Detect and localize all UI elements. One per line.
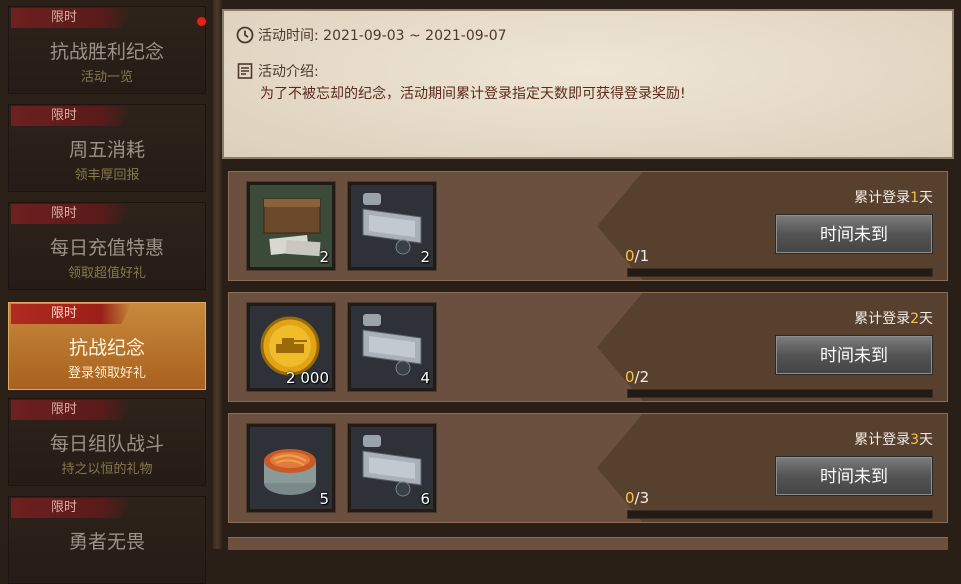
item-quantity: 4 bbox=[420, 369, 430, 387]
item-quantity: 2 bbox=[420, 248, 430, 266]
sidebar-item-title: 每日组队战斗 bbox=[49, 433, 164, 455]
reward-item-slot[interactable]: 6 bbox=[347, 423, 437, 513]
activity-time: 活动时间: 2021-09-03 ~ 2021-09-07 bbox=[258, 28, 507, 44]
reward-row-day-1: 2 2 累计登录1天 时间未到 0/1 bbox=[228, 171, 948, 281]
sidebar-item-title: 抗战纪念 bbox=[68, 337, 145, 359]
progress-bar bbox=[627, 389, 933, 398]
next-reward-row-peek bbox=[228, 537, 948, 550]
sidebar-item-title: 每日充值特惠 bbox=[49, 237, 164, 259]
reward-item-slot[interactable]: 4 bbox=[347, 302, 437, 392]
activity-intro-text: 为了不被忘却的纪念，活动期间累计登录指定天数即可获得登录奖励! bbox=[260, 86, 686, 102]
item-quantity: 6 bbox=[420, 490, 430, 508]
limited-tag: 限时 bbox=[11, 498, 131, 518]
sidebar-item-subtitle: 活动一览 bbox=[80, 70, 133, 85]
sidebar-item-daily-recharge[interactable]: 限时 每日充值特惠 领取超值好礼 bbox=[8, 202, 206, 290]
progress-bar bbox=[627, 510, 933, 519]
sidebar-item-title: 勇者无畏 bbox=[68, 531, 145, 553]
item-quantity: 5 bbox=[319, 490, 329, 508]
reward-item-slot[interactable]: 5 bbox=[246, 423, 336, 513]
activity-intro-label: 活动介绍: bbox=[258, 64, 319, 80]
sidebar-item-daily-team-battle[interactable]: 限时 每日组队战斗 持之以恒的礼物 bbox=[8, 398, 206, 486]
cumulative-login-label: 累计登录3天 bbox=[854, 432, 933, 448]
cumulative-login-label: 累计登录1天 bbox=[854, 190, 933, 206]
reward-item-slot[interactable]: 2 000 bbox=[246, 302, 336, 392]
limited-tag: 限时 bbox=[11, 304, 131, 324]
claim-button[interactable]: 时间未到 bbox=[775, 456, 933, 496]
cumulative-login-label: 累计登录2天 bbox=[854, 311, 933, 327]
sidebar-item-war-memorial[interactable]: 限时 抗战纪念 登录领取好礼 bbox=[8, 302, 206, 390]
item-quantity: 2 bbox=[319, 248, 329, 266]
claim-button[interactable]: 时间未到 bbox=[775, 335, 933, 375]
claim-button[interactable]: 时间未到 bbox=[775, 214, 933, 254]
progress-bar bbox=[627, 268, 933, 277]
limited-tag: 限时 bbox=[11, 204, 131, 224]
progress-text: 0/2 bbox=[625, 368, 650, 386]
progress-text: 0/1 bbox=[625, 247, 650, 265]
item-quantity: 2 000 bbox=[286, 369, 329, 387]
sidebar-item-subtitle: 登录领取好礼 bbox=[67, 366, 146, 381]
sidebar-item-title: 周五消耗 bbox=[68, 139, 145, 161]
sidebar-divider bbox=[213, 0, 222, 549]
limited-tag: 限时 bbox=[11, 400, 131, 420]
sidebar-item-fearless[interactable]: 限时 勇者无畏 bbox=[8, 496, 206, 584]
activity-sidebar: 限时 抗战胜利纪念 活动一览 限时 周五消耗 领丰厚回报 限时 每日充值特惠 领… bbox=[0, 0, 213, 584]
activity-time-row: 活动时间: 2021-09-03 ~ 2021-09-07 bbox=[236, 25, 507, 45]
reward-item-slot[interactable]: 2 bbox=[246, 181, 336, 271]
reward-row-day-2: 2 000 4 累计登录2天 时间未到 0/2 bbox=[228, 292, 948, 402]
document-icon bbox=[237, 63, 253, 79]
sidebar-item-victory-memorial[interactable]: 限时 抗战胜利纪念 活动一览 bbox=[8, 6, 206, 94]
progress-text: 0/3 bbox=[625, 489, 650, 507]
limited-tag: 限时 bbox=[11, 8, 131, 28]
sidebar-item-subtitle: 持之以恒的礼物 bbox=[61, 462, 153, 477]
clock-icon bbox=[236, 26, 254, 44]
sidebar-item-subtitle: 领取超值好礼 bbox=[67, 266, 146, 281]
activity-info-panel: 活动时间: 2021-09-03 ~ 2021-09-07 活动介绍: 为了不被… bbox=[222, 9, 954, 159]
reward-item-slot[interactable]: 2 bbox=[347, 181, 437, 271]
sidebar-item-title: 抗战胜利纪念 bbox=[49, 41, 164, 63]
sidebar-item-subtitle: 领丰厚回报 bbox=[74, 168, 140, 183]
activity-intro-row: 活动介绍: bbox=[236, 61, 319, 81]
sidebar-item-friday-spend[interactable]: 限时 周五消耗 领丰厚回报 bbox=[8, 104, 206, 192]
limited-tag: 限时 bbox=[11, 106, 131, 126]
reward-row-day-3: 5 6 累计登录3天 时间未到 0/3 bbox=[228, 413, 948, 523]
notification-dot-icon bbox=[197, 17, 206, 26]
